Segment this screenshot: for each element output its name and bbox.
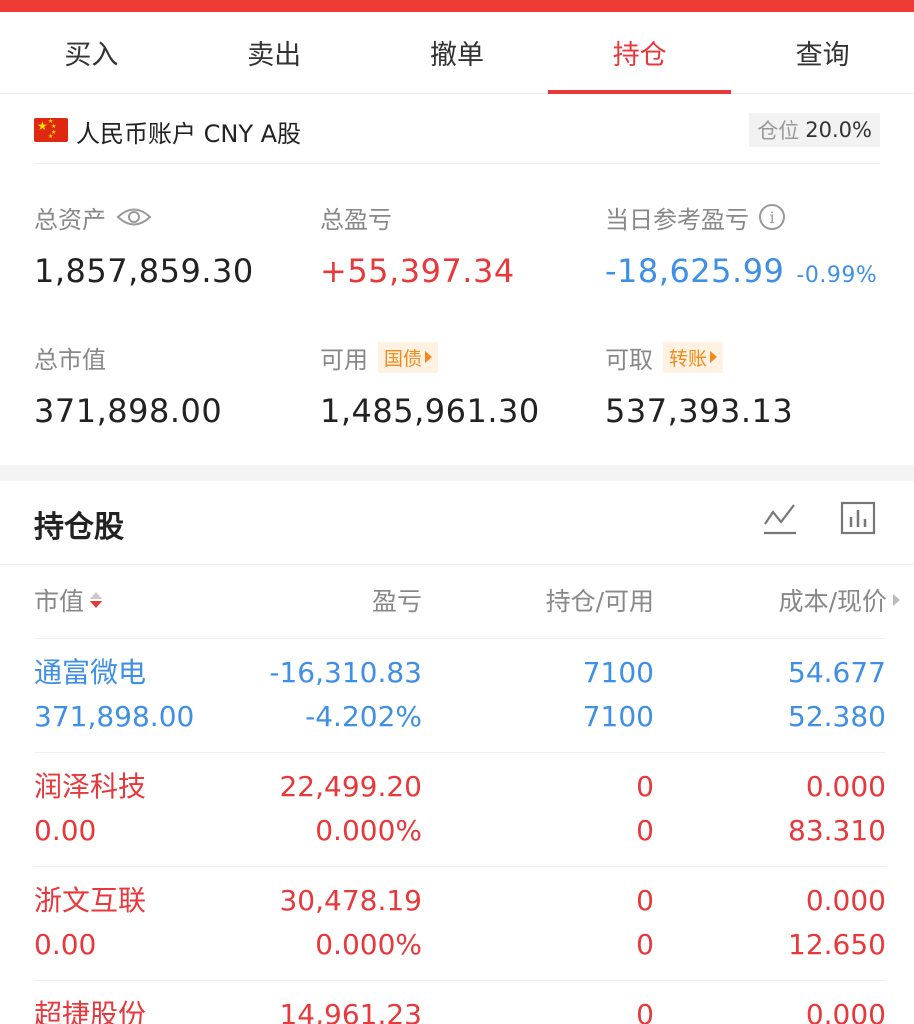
daily-pnl-value: -18,625.99 xyxy=(605,252,785,290)
withdrawable-cell: 可取 转账 537,393.13 xyxy=(605,340,793,430)
total-pnl-label: 总盈亏 xyxy=(320,205,392,234)
stock-cost: 54.677 xyxy=(788,656,886,689)
tab-query[interactable]: 查询 xyxy=(731,12,914,93)
holdings-title: 持仓股 xyxy=(34,510,124,545)
daily-pnl-label: 当日参考盈亏 xyxy=(605,205,749,234)
table-row[interactable]: 通富微电 371,898.00 -16,310.83 -4.202% 7100 … xyxy=(34,639,886,753)
daily-pnl-cell: 当日参考盈亏 i -18,625.99 -0.99% xyxy=(605,200,877,290)
stock-pnl-percent: 0.000% xyxy=(315,814,422,847)
info-icon[interactable]: i xyxy=(759,204,785,230)
eye-icon[interactable] xyxy=(116,206,152,228)
top-status-strip xyxy=(0,0,914,12)
transfer-label: 转账 xyxy=(669,347,708,370)
treasury-bond-label: 国债 xyxy=(384,347,423,370)
stock-pnl: 22,499.20 xyxy=(279,770,422,803)
column-price[interactable]: 成本/现价 xyxy=(779,582,900,618)
available-label: 可用 xyxy=(320,345,368,374)
stock-price: 12.650 xyxy=(788,928,886,961)
tab-buy[interactable]: 买入 xyxy=(0,12,183,93)
holdings-view-icons xyxy=(762,500,876,540)
line-chart-icon[interactable] xyxy=(762,500,798,540)
stock-pnl-percent: 0.000% xyxy=(315,928,422,961)
withdrawable-value: 537,393.13 xyxy=(605,392,794,430)
chevron-right-icon xyxy=(893,594,900,606)
stock-price: 83.310 xyxy=(788,814,886,847)
transfer-link[interactable]: 转账 xyxy=(663,341,724,373)
table-row[interactable]: 浙文互联 0.00 30,478.19 0.000% 0 0 0.000 12.… xyxy=(34,867,886,981)
table-row[interactable]: 润泽科技 0.00 22,499.20 0.000% 0 0 0.000 83.… xyxy=(34,753,886,867)
stock-pnl: -16,310.83 xyxy=(269,656,422,689)
treasury-bond-link[interactable]: 国债 xyxy=(378,341,439,373)
stock-available-qty: 7100 xyxy=(582,700,654,733)
stock-name: 润泽科技 xyxy=(34,770,147,803)
daily-pnl-percent: -0.99% xyxy=(796,263,878,288)
daily-pnl-value-wrap: -18,625.99 -0.99% xyxy=(605,252,877,290)
total-assets-cell: 总资产 1,857,859.30 xyxy=(34,200,254,291)
stock-hold-qty: 0 xyxy=(636,998,654,1024)
withdrawable-label: 可取 xyxy=(605,345,653,374)
stock-hold-qty: 7100 xyxy=(582,656,654,689)
stock-pnl: 30,478.19 xyxy=(279,884,422,917)
section-divider xyxy=(0,465,914,481)
column-pnl[interactable]: 盈亏 xyxy=(372,582,422,618)
column-qty[interactable]: 持仓/可用 xyxy=(546,582,654,618)
china-flag-icon: ★ ★ ★ ★ ★ xyxy=(34,118,68,142)
stock-name: 超捷股份 xyxy=(34,998,147,1024)
total-pnl-cell: 总盈亏 +55,397.34 xyxy=(320,200,515,291)
trade-tabs: 买入 卖出 撤单 持仓 查询 xyxy=(0,12,914,94)
column-qty-label: 持仓/可用 xyxy=(545,587,654,616)
market-value-cell: 总市值 371,898.00 xyxy=(34,340,223,431)
position-label: 仓位 xyxy=(757,119,800,143)
tab-cancel-order[interactable]: 撤单 xyxy=(366,12,549,93)
stock-available-qty: 0 xyxy=(636,814,654,847)
available-cell: 可用 国债 1,485,961.30 xyxy=(320,340,540,430)
stock-cost: 0.000 xyxy=(805,770,886,803)
tab-holdings[interactable]: 持仓 xyxy=(548,12,731,94)
column-market-value-label: 市值 xyxy=(34,587,85,616)
stock-cost: 0.000 xyxy=(805,998,886,1024)
stock-pnl: 14,961.23 xyxy=(279,998,422,1024)
table-row[interactable]: 超捷股份 14,961.23 0 0.000 xyxy=(34,981,886,1024)
stock-available-qty: 0 xyxy=(636,928,654,961)
stock-pnl-percent: -4.202% xyxy=(305,700,422,733)
position-ratio-badge: 仓位 20.0% xyxy=(749,113,880,147)
position-value: 20.0% xyxy=(805,118,872,142)
stock-name: 通富微电 xyxy=(34,656,147,689)
total-assets-value: 1,857,859.30 xyxy=(34,252,254,290)
market-value-value: 371,898.00 xyxy=(34,392,223,430)
holdings-separator xyxy=(0,564,914,565)
available-value: 1,485,961.30 xyxy=(320,392,540,430)
column-pnl-label: 盈亏 xyxy=(371,587,422,616)
column-market-value[interactable]: 市值 xyxy=(34,582,103,618)
arrow-right-icon xyxy=(425,351,433,363)
arrow-right-icon xyxy=(710,351,718,363)
sort-icon xyxy=(90,592,103,608)
stock-cost: 0.000 xyxy=(805,884,886,917)
market-value-label: 总市值 xyxy=(34,345,106,374)
stock-market-value: 0.00 xyxy=(34,814,97,847)
tab-sell[interactable]: 卖出 xyxy=(183,12,366,93)
stock-market-value: 371,898.00 xyxy=(34,700,195,733)
total-pnl-value: +55,397.34 xyxy=(320,252,515,290)
total-assets-label: 总资产 xyxy=(34,205,106,234)
stock-price: 52.380 xyxy=(788,700,886,733)
account-name: 人民币账户 CNY A股 xyxy=(76,120,302,148)
stock-name: 浙文互联 xyxy=(34,884,147,917)
stock-hold-qty: 0 xyxy=(636,770,654,803)
bar-chart-icon[interactable] xyxy=(840,500,876,540)
stock-hold-qty: 0 xyxy=(636,884,654,917)
account-row[interactable]: ★ ★ ★ ★ ★ 人民币账户 CNY A股 仓位 20.0% xyxy=(34,108,880,164)
column-price-label: 成本/现价 xyxy=(778,587,887,616)
stock-market-value: 0.00 xyxy=(34,928,97,961)
